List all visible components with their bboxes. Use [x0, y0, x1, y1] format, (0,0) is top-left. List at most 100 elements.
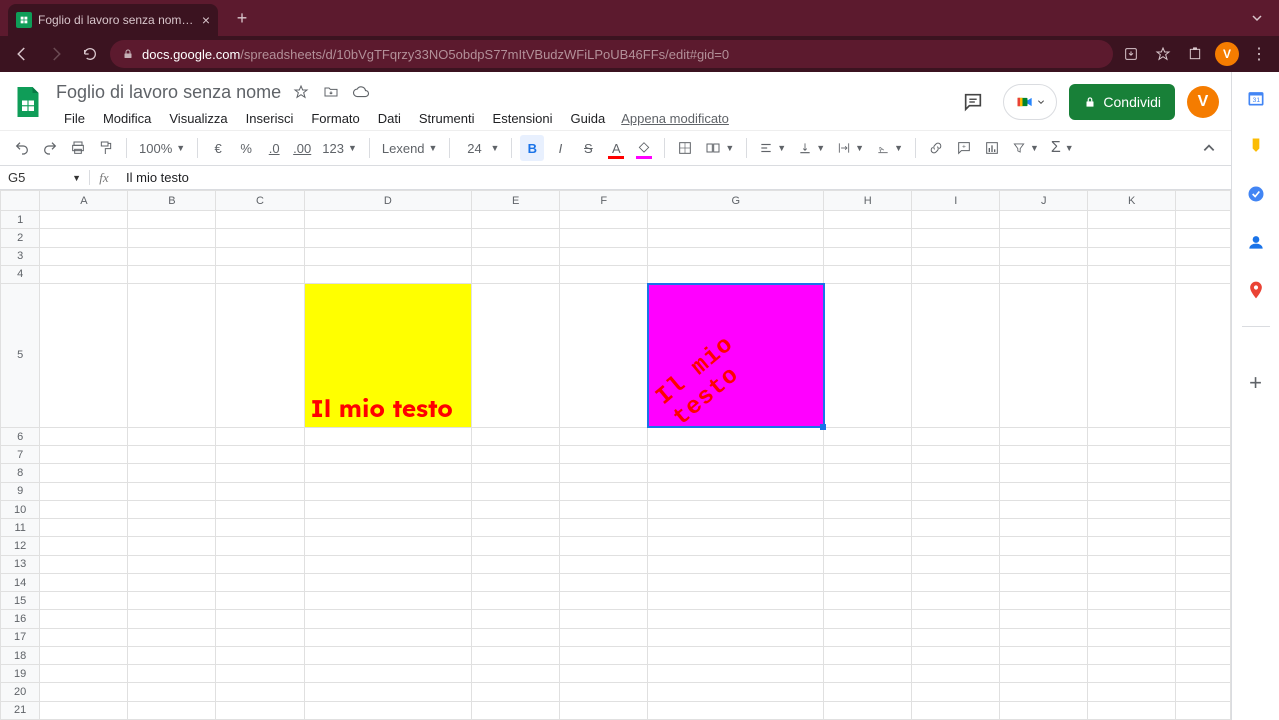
profile-avatar[interactable]: V — [1215, 42, 1239, 66]
cell-D3[interactable] — [304, 247, 472, 265]
row-header-1[interactable]: 1 — [1, 211, 40, 229]
cell-I17[interactable] — [912, 628, 1000, 646]
cell-H7[interactable] — [824, 446, 912, 464]
functions-button[interactable]: Σ▼ — [1047, 139, 1078, 157]
cell-G19[interactable] — [648, 665, 824, 683]
cell-C20[interactable] — [216, 683, 304, 701]
cell-G10[interactable] — [648, 500, 824, 518]
cell-K10[interactable] — [1088, 500, 1176, 518]
cell-E4[interactable] — [472, 265, 560, 283]
strikethrough-button[interactable]: S — [576, 135, 600, 161]
align-h-button[interactable]: ▼ — [755, 141, 790, 155]
extensions-icon[interactable] — [1183, 42, 1207, 66]
cell-J17[interactable] — [1000, 628, 1088, 646]
number-format-select[interactable]: 123▼ — [318, 141, 361, 156]
cell-7[interactable] — [1176, 446, 1231, 464]
cell-C3[interactable] — [216, 247, 304, 265]
cell-C14[interactable] — [216, 573, 304, 591]
cell-B21[interactable] — [128, 701, 216, 719]
name-box[interactable]: G5 ▼ — [0, 170, 90, 185]
forward-button[interactable] — [42, 40, 70, 68]
cell-B5[interactable] — [128, 284, 216, 428]
row-header-7[interactable]: 7 — [1, 446, 40, 464]
cell-F21[interactable] — [560, 701, 648, 719]
cell-G12[interactable] — [648, 537, 824, 555]
cell-E15[interactable] — [472, 592, 560, 610]
cell-F7[interactable] — [560, 446, 648, 464]
cell-I16[interactable] — [912, 610, 1000, 628]
cell-K8[interactable] — [1088, 464, 1176, 482]
cell-I7[interactable] — [912, 446, 1000, 464]
cell-B16[interactable] — [128, 610, 216, 628]
cell-K11[interactable] — [1088, 519, 1176, 537]
cell-F16[interactable] — [560, 610, 648, 628]
cell-G11[interactable] — [648, 519, 824, 537]
cell-B18[interactable] — [128, 646, 216, 664]
col-header-I[interactable]: I — [912, 191, 1000, 211]
cell-I19[interactable] — [912, 665, 1000, 683]
cell-2[interactable] — [1176, 229, 1231, 247]
row-header-12[interactable]: 12 — [1, 537, 40, 555]
cell-K12[interactable] — [1088, 537, 1176, 555]
cell-B9[interactable] — [128, 482, 216, 500]
cell-K6[interactable] — [1088, 427, 1176, 445]
cell-F12[interactable] — [560, 537, 648, 555]
cell-F20[interactable] — [560, 683, 648, 701]
borders-button[interactable] — [673, 135, 697, 161]
row-header-13[interactable]: 13 — [1, 555, 40, 573]
cell-17[interactable] — [1176, 628, 1231, 646]
col-header-G[interactable]: G — [648, 191, 824, 211]
col-header-C[interactable]: C — [216, 191, 304, 211]
cell-J19[interactable] — [1000, 665, 1088, 683]
cell-I21[interactable] — [912, 701, 1000, 719]
cell-H10[interactable] — [824, 500, 912, 518]
cell-A7[interactable] — [40, 446, 128, 464]
col-header-B[interactable]: B — [128, 191, 216, 211]
cell-G1[interactable] — [648, 211, 824, 229]
cell-A10[interactable] — [40, 500, 128, 518]
cell-K19[interactable] — [1088, 665, 1176, 683]
cell-G16[interactable] — [648, 610, 824, 628]
row-header-5[interactable]: 5 — [1, 284, 40, 428]
cell-I8[interactable] — [912, 464, 1000, 482]
row-header-17[interactable]: 17 — [1, 628, 40, 646]
cell-G9[interactable] — [648, 482, 824, 500]
cell-E19[interactable] — [472, 665, 560, 683]
menu-data[interactable]: Dati — [370, 109, 409, 128]
last-edit-link[interactable]: Appena modificato — [621, 111, 729, 126]
cell-D11[interactable] — [304, 519, 472, 537]
cell-I1[interactable] — [912, 211, 1000, 229]
cell-D4[interactable] — [304, 265, 472, 283]
cell-F17[interactable] — [560, 628, 648, 646]
cell-D20[interactable] — [304, 683, 472, 701]
cell-B3[interactable] — [128, 247, 216, 265]
cell-E9[interactable] — [472, 482, 560, 500]
cell-J1[interactable] — [1000, 211, 1088, 229]
align-v-button[interactable]: ▼ — [794, 141, 829, 155]
cell-H18[interactable] — [824, 646, 912, 664]
chrome-menu-icon[interactable]: ⋮ — [1247, 44, 1271, 64]
cell-H3[interactable] — [824, 247, 912, 265]
cell-21[interactable] — [1176, 701, 1231, 719]
select-all-corner[interactable] — [1, 191, 40, 211]
cell-E21[interactable] — [472, 701, 560, 719]
collapse-toolbar-icon[interactable] — [1197, 135, 1221, 161]
cell-C16[interactable] — [216, 610, 304, 628]
cell-J3[interactable] — [1000, 247, 1088, 265]
cell-E3[interactable] — [472, 247, 560, 265]
omnibox[interactable]: docs.google.com/spreadsheets/d/10bVgTFqr… — [110, 40, 1113, 68]
insert-chart-button[interactable] — [980, 135, 1004, 161]
cell-D6[interactable] — [304, 427, 472, 445]
cell-H16[interactable] — [824, 610, 912, 628]
cell-C2[interactable] — [216, 229, 304, 247]
cloud-icon[interactable] — [351, 82, 371, 102]
cell-A4[interactable] — [40, 265, 128, 283]
cell-A1[interactable] — [40, 211, 128, 229]
cell-H19[interactable] — [824, 665, 912, 683]
cell-D9[interactable] — [304, 482, 472, 500]
font-size-select[interactable]: 24▼ — [458, 141, 503, 156]
cell-K5[interactable] — [1088, 284, 1176, 428]
menu-tools[interactable]: Strumenti — [411, 109, 483, 128]
cell-B10[interactable] — [128, 500, 216, 518]
text-rotation-button[interactable]: A▼ — [872, 141, 907, 155]
